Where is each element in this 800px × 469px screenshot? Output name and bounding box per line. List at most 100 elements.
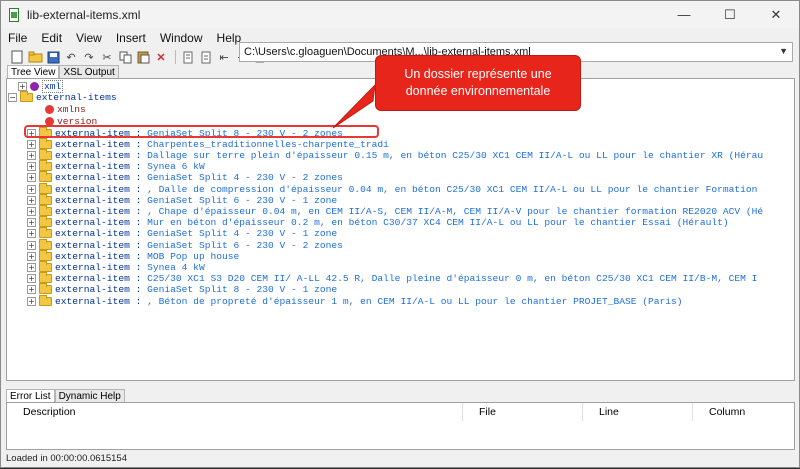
tree-node-separator: : [129, 250, 148, 262]
tree-node-tag: external-item [55, 261, 130, 273]
annotation-callout: Un dossier représente une donnée environ… [375, 55, 581, 111]
tree-node-separator: : [129, 284, 148, 296]
tree-row-external-item[interactable]: + external-item : Dallage sur terre plein… [27, 148, 764, 161]
new-file-icon[interactable] [9, 49, 25, 65]
delete-icon[interactable]: ✕ [153, 49, 169, 65]
expand-toggle[interactable]: + [27, 139, 36, 149]
menu-view[interactable]: View [69, 31, 109, 45]
menu-file[interactable]: File [1, 31, 34, 45]
expand-toggle[interactable]: + [27, 218, 36, 228]
save-icon[interactable] [45, 49, 61, 65]
maximize-button[interactable]: ☐ [707, 1, 753, 28]
tab-dynamic-help[interactable]: Dynamic Help [54, 389, 125, 403]
app-icon [9, 7, 19, 22]
menu-edit[interactable]: Edit [34, 31, 69, 45]
expand-toggle[interactable]: + [27, 206, 36, 216]
expand-toggle[interactable]: + [18, 81, 27, 91]
open-folder-icon[interactable] [27, 49, 43, 65]
tree-node-separator: : [129, 172, 148, 184]
window-controls: — ☐ ✕ [661, 1, 799, 28]
tree-row-external-item[interactable]: + external-item : GeniaSet Split 8 - 230 … [27, 283, 337, 296]
tab-tree-view[interactable]: Tree View [7, 65, 60, 79]
tree-row-external-item[interactable]: + external-item : Charpentes_traditionnel… [27, 137, 389, 150]
tree-node-separator: : [129, 183, 148, 195]
chevron-down-icon[interactable]: ▼ [779, 46, 788, 56]
expand-toggle[interactable]: + [27, 229, 36, 239]
close-button[interactable]: ✕ [753, 1, 799, 28]
tree-row-external-item[interactable]: + external-item : GeniaSet Split 6 - 230 … [27, 193, 337, 206]
tree-row-external-item[interactable]: + external-item : MOB Pop up house [27, 249, 240, 262]
tree-view-panel: + xml − external-items xmlns version + ex… [6, 78, 795, 381]
tree-node-value: Dallage sur terre plein d'épaisseur 0.15… [147, 149, 764, 161]
toolbar-separator [175, 50, 176, 64]
tree-node-value: MOB Pop up house [147, 250, 240, 262]
tree-row-external-item[interactable]: + external-item : , Béton de propreté d'é… [27, 294, 683, 307]
tree-row-external-item[interactable]: + external-item : GeniaSet Split 4 - 230 … [27, 227, 337, 240]
menu-window[interactable]: Window [153, 31, 210, 45]
column-file[interactable]: File [463, 403, 583, 421]
tree-node-tag: external-item [55, 228, 130, 240]
column-description[interactable]: Description [7, 403, 463, 421]
move-up-icon[interactable] [180, 49, 196, 65]
title-bar: lib-external-items.xml — ☐ ✕ [1, 1, 799, 28]
collapse-toggle[interactable]: − [8, 92, 17, 102]
bottom-tabs: Error List Dynamic Help [6, 389, 125, 403]
expand-toggle[interactable]: + [27, 173, 36, 183]
tree-row-external-item[interactable]: + external-item : GeniaSet Split 6 - 230 … [27, 238, 343, 251]
folder-icon [39, 249, 52, 261]
tree-row-external-item[interactable]: + external-item : , Dalle de compression … [27, 182, 758, 195]
tree-row-attr[interactable]: xmlns [45, 103, 86, 115]
tree-node-value: GeniaSet Split 6 - 230 V - 2 zones [147, 239, 343, 251]
expand-toggle[interactable]: + [27, 296, 36, 306]
tree-row-root[interactable]: − external-items [8, 90, 117, 103]
paste-icon[interactable] [135, 49, 151, 65]
move-down-icon[interactable] [198, 49, 214, 65]
tab-error-list[interactable]: Error List [6, 389, 55, 403]
error-list-panel: Description File Line Column [6, 402, 795, 450]
minimize-button[interactable]: — [661, 1, 707, 28]
tree-row-external-item[interactable]: + external-item : Mur en béton d'épaisseu… [27, 216, 729, 229]
folder-icon [39, 283, 52, 295]
indent-icon[interactable]: ⇤ [216, 49, 232, 65]
column-line[interactable]: Line [583, 403, 693, 421]
folder-icon [39, 272, 52, 284]
tree-node-separator: : [129, 161, 148, 173]
tree-node-separator: : [129, 217, 148, 229]
tree-row-external-item[interactable]: + external-item : C25/30 XC1 S3 D20 CEM I… [27, 272, 757, 285]
expand-toggle[interactable]: + [27, 184, 36, 194]
tree-row-external-item[interactable]: + external-item : Synea 6 kW [27, 160, 205, 173]
undo-icon[interactable]: ↶ [63, 49, 79, 65]
expand-toggle[interactable]: + [27, 150, 36, 160]
tree-row-external-item[interactable]: + external-item : GeniaSet Split 4 - 230 … [27, 171, 343, 184]
tree-node-value: Synea 4 kW [147, 261, 205, 273]
status-bar-text: Loaded in 00:00:00.0615154 [6, 453, 127, 464]
folder-icon [39, 294, 52, 306]
tree-node-value: Charpentes_traditionnelles-charpente_tra… [147, 138, 389, 150]
tab-xsl-output[interactable]: XSL Output [59, 65, 119, 79]
copy-icon[interactable] [117, 49, 133, 65]
expand-toggle[interactable]: + [27, 262, 36, 272]
column-column[interactable]: Column [693, 403, 794, 421]
tree-row-external-item[interactable]: + external-item : Synea 4 kW [27, 260, 205, 273]
expand-toggle[interactable]: + [27, 251, 36, 261]
app-window: lib-external-items.xml — ☐ ✕ File Edit V… [0, 0, 800, 468]
folder-icon [39, 148, 52, 160]
folder-icon [39, 137, 52, 149]
expand-toggle[interactable]: + [27, 195, 36, 205]
tree-node-tag: external-item [55, 194, 130, 206]
expand-toggle[interactable]: + [27, 285, 36, 295]
tree-node-separator: : [129, 295, 148, 307]
tree-node-value: , Dalle de compression d'épaisseur 0.04 … [147, 183, 758, 195]
expand-toggle[interactable]: + [27, 274, 36, 284]
tree-node-label: external-items [36, 91, 117, 103]
tree-node-tag: external-item [55, 284, 130, 296]
redo-icon[interactable]: ↷ [81, 49, 97, 65]
tree-row-external-item[interactable]: + external-item : , Chape d'épaisseur 0.0… [27, 204, 763, 217]
tree-node-separator: : [129, 138, 148, 150]
expand-toggle[interactable]: + [27, 240, 36, 250]
expand-toggle[interactable]: + [27, 162, 36, 172]
cut-icon[interactable]: ✂ [99, 49, 115, 65]
tree-node-value: GeniaSet Split 4 - 230 V - 2 zones [147, 172, 343, 184]
processing-instruction-icon [30, 81, 39, 91]
menu-insert[interactable]: Insert [109, 31, 153, 45]
